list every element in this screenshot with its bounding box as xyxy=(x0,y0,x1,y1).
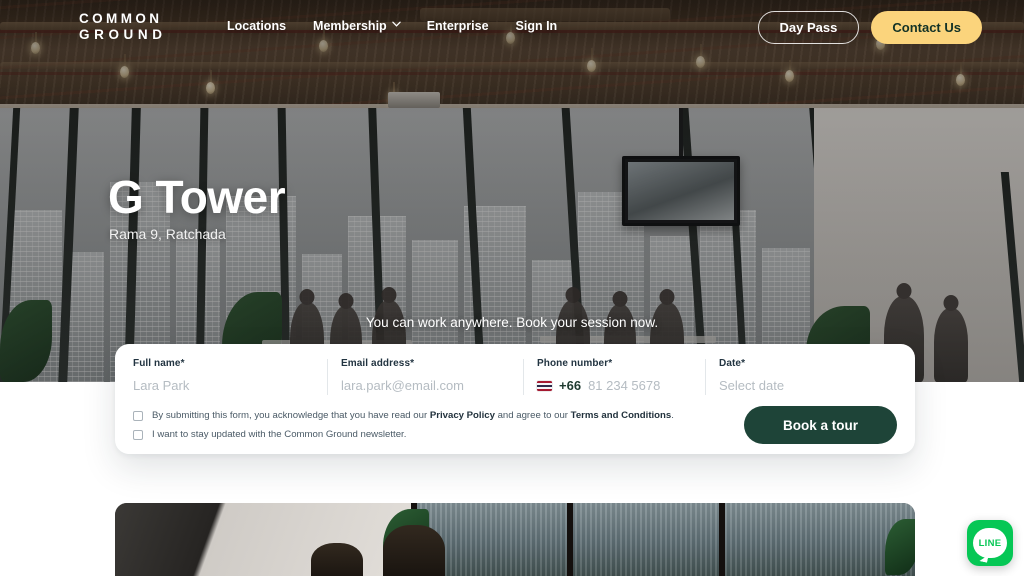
photo-glass-partition xyxy=(415,503,915,576)
line-label: LINE xyxy=(978,537,1002,549)
line-bubble-icon: LINE xyxy=(973,528,1007,558)
day-pass-button[interactable]: Day Pass xyxy=(757,11,860,44)
form-fields-row: Full name* Lara Park Email address* lara… xyxy=(133,358,897,404)
site-header: COMMON GROUND Locations Membership Enter… xyxy=(0,0,1024,54)
field-label: Phone number* xyxy=(537,358,613,369)
page-title: G Tower xyxy=(108,171,286,223)
header-actions: Day Pass Contact Us xyxy=(757,11,982,44)
primary-nav: Locations Membership Enterprise Sign In xyxy=(227,19,557,33)
chevron-down-icon xyxy=(391,21,401,29)
newsletter-checkbox[interactable] xyxy=(133,430,143,440)
line-chat-widget[interactable]: LINE xyxy=(967,520,1013,566)
input-placeholder: lara.park@email.com xyxy=(341,378,465,393)
hero-tagline: You can work anywhere. Book your session… xyxy=(365,315,659,330)
brand-logo[interactable]: COMMON GROUND xyxy=(79,11,167,43)
contact-us-button[interactable]: Contact Us xyxy=(871,11,982,44)
field-label: Email address* xyxy=(341,358,415,369)
nav-label: Membership xyxy=(313,19,387,33)
date-picker-input[interactable]: Select date xyxy=(719,378,895,393)
terms-checkbox[interactable] xyxy=(133,411,143,421)
nav-label: Sign In xyxy=(515,19,558,33)
field-label: Date* xyxy=(719,358,746,369)
terms-conditions-link[interactable]: Terms and Conditions xyxy=(571,410,672,421)
full-name-input[interactable]: Lara Park xyxy=(133,378,327,393)
field-email[interactable]: Email address* lara.park@email.com xyxy=(327,358,523,395)
hero-section: G Tower Rama 9, Ratchada You can work an… xyxy=(0,0,1024,382)
privacy-policy-link[interactable]: Privacy Policy xyxy=(430,410,495,421)
field-phone-number[interactable]: Phone number* +66 81 234 5678 xyxy=(523,358,705,395)
input-placeholder: Select date xyxy=(719,378,785,393)
field-full-name[interactable]: Full name* Lara Park xyxy=(133,358,327,393)
newsletter-consent-label: I want to stay updated with the Common G… xyxy=(152,429,407,440)
field-label: Full name* xyxy=(133,358,185,369)
terms-consent-label: By submitting this form, you acknowledge… xyxy=(152,410,674,422)
nav-item-enterprise[interactable]: Enterprise xyxy=(427,19,489,33)
nav-item-locations[interactable]: Locations xyxy=(227,19,286,33)
book-a-tour-button[interactable]: Book a tour xyxy=(744,406,897,444)
consent-text-middle: and agree to our xyxy=(494,410,571,421)
logo-line-2: GROUND xyxy=(79,27,167,42)
consent-text-after: . xyxy=(671,410,674,421)
thailand-flag-icon xyxy=(537,380,552,391)
phone-input[interactable]: +66 81 234 5678 xyxy=(537,378,705,393)
input-placeholder: Lara Park xyxy=(133,378,190,393)
input-placeholder: 81 234 5678 xyxy=(588,378,661,393)
nav-item-sign-in[interactable]: Sign In xyxy=(516,19,558,33)
email-input[interactable]: lara.park@email.com xyxy=(341,378,523,393)
photo-interior-wall xyxy=(115,503,415,576)
gallery-photo xyxy=(115,503,915,576)
consent-text-before: By submitting this form, you acknowledge… xyxy=(152,410,430,421)
page-root: G Tower Rama 9, Ratchada You can work an… xyxy=(0,0,1024,576)
booking-form-card: Full name* Lara Park Email address* lara… xyxy=(115,344,915,454)
nav-item-membership[interactable]: Membership xyxy=(313,19,401,33)
field-date[interactable]: Date* Select date xyxy=(705,358,895,395)
hero-subtitle: Rama 9, Ratchada xyxy=(109,226,226,242)
logo-line-1: COMMON xyxy=(79,11,163,26)
country-dial-code[interactable]: +66 xyxy=(559,378,581,393)
nav-label: Locations xyxy=(227,19,287,33)
nav-label: Enterprise xyxy=(426,19,489,33)
